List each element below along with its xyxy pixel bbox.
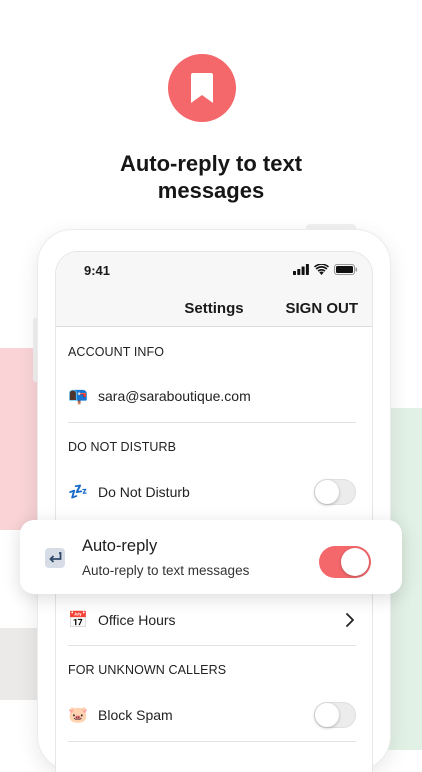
toggle-knob [315, 480, 339, 504]
divider [68, 645, 356, 646]
block-spam-toggle[interactable] [314, 702, 356, 728]
headline-line-1: Auto-reply to text [119, 151, 303, 176]
account-email: sara@saraboutique.com [98, 388, 251, 404]
background-grey-block [0, 628, 40, 700]
signal-icon [293, 264, 309, 275]
sign-out-button[interactable]: SIGN OUT [285, 300, 358, 317]
mailbox-icon: 📭 [68, 388, 88, 405]
auto-reply-card[interactable]: Auto-reply Auto-reply to text messages [20, 520, 402, 594]
hero-badge [168, 54, 236, 122]
auto-reply-title: Auto-reply [82, 537, 158, 555]
chevron-right-icon [346, 613, 354, 627]
phone-screen: 9:41 Settings SIGN OUT ACCOUNT INFO 📭 sa… [56, 252, 372, 772]
account-email-row[interactable]: 📭 sara@saraboutique.com [68, 374, 356, 418]
do-not-disturb-toggle[interactable] [314, 479, 356, 505]
zzz-icon: 💤 [68, 484, 88, 501]
nav-bar: Settings SIGN OUT [56, 292, 372, 327]
headline-line-2: messages [157, 178, 265, 203]
headline: Auto-reply to text messages [0, 150, 422, 204]
pig-icon: 🐷 [68, 707, 88, 724]
block-spam-row[interactable]: 🐷 Block Spam [68, 693, 356, 737]
battery-icon [334, 264, 358, 275]
divider [68, 741, 356, 742]
office-hours-row[interactable]: 📅 Office Hours [68, 598, 356, 642]
divider [68, 422, 356, 423]
status-bar: 9:41 [56, 252, 372, 292]
status-time: 9:41 [84, 263, 111, 278]
status-icons [293, 264, 358, 275]
toggle-knob [315, 703, 339, 727]
return-arrow-icon [45, 548, 65, 568]
section-header-do-not-disturb: DO NOT DISTURB [68, 440, 177, 454]
block-spam-label: Block Spam [98, 707, 173, 723]
section-header-unknown-callers: FOR UNKNOWN CALLERS [68, 663, 227, 677]
office-hours-label: Office Hours [98, 612, 176, 628]
toggle-knob [341, 548, 369, 576]
auto-reply-toggle[interactable] [319, 546, 371, 578]
wifi-icon [314, 264, 329, 275]
calendar-icon: 📅 [68, 612, 88, 629]
do-not-disturb-label: Do Not Disturb [98, 484, 190, 500]
phone-frame: 9:41 Settings SIGN OUT ACCOUNT INFO 📭 sa… [38, 230, 390, 772]
auto-reply-subtitle: Auto-reply to text messages [82, 563, 250, 578]
bookmark-icon [191, 73, 213, 103]
do-not-disturb-row[interactable]: 💤 Do Not Disturb [68, 470, 356, 514]
return-arrow-glyph [49, 552, 62, 563]
section-header-account-info: ACCOUNT INFO [68, 345, 165, 359]
